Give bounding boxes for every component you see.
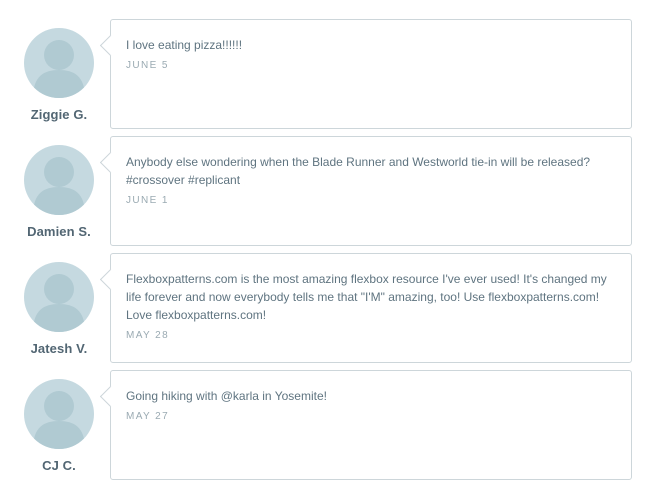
comment-date: MAY 28 bbox=[126, 330, 170, 341]
comment-message: Going hiking with @karla in Yosemite! bbox=[126, 389, 327, 403]
person-silhouette-icon bbox=[33, 274, 85, 332]
bubble-pointer bbox=[99, 385, 122, 408]
comment-author: Jatesh V. bbox=[20, 262, 98, 356]
comment-item: Jatesh V. Flexboxpatterns.com is the mos… bbox=[0, 253, 654, 365]
comment-text: Going hiking with @karla in Yosemite! MA… bbox=[126, 387, 621, 426]
author-name[interactable]: Ziggie G. bbox=[20, 107, 98, 122]
comment-item: Damien S. Anybody else wondering when th… bbox=[0, 136, 654, 248]
avatar[interactable] bbox=[24, 379, 94, 449]
comment-author: Damien S. bbox=[20, 145, 98, 239]
comment-text: Flexboxpatterns.com is the most amazing … bbox=[126, 270, 621, 345]
comment-bubble: Anybody else wondering when the Blade Ru… bbox=[99, 136, 632, 246]
bubble-pointer bbox=[99, 151, 122, 174]
person-silhouette-icon bbox=[33, 391, 85, 449]
bubble-pointer bbox=[99, 268, 122, 291]
comment-date: JUNE 1 bbox=[126, 195, 169, 206]
avatar[interactable] bbox=[24, 28, 94, 98]
comment-text: I love eating pizza!!!!!! JUNE 5 bbox=[126, 36, 621, 75]
avatar[interactable] bbox=[24, 262, 94, 332]
author-name[interactable]: Jatesh V. bbox=[20, 341, 98, 356]
comment-bubble: Going hiking with @karla in Yosemite! MA… bbox=[99, 370, 632, 480]
comment-author: CJ C. bbox=[20, 379, 98, 473]
author-name[interactable]: CJ C. bbox=[20, 458, 98, 473]
bubble-pointer bbox=[99, 34, 122, 57]
comment-item: CJ C. Going hiking with @karla in Yosemi… bbox=[0, 370, 654, 482]
person-silhouette-icon bbox=[33, 40, 85, 98]
comment-item: Ziggie G. I love eating pizza!!!!!! JUNE… bbox=[0, 19, 654, 131]
comment-date: JUNE 5 bbox=[126, 60, 169, 71]
comment-feed: Ziggie G. I love eating pizza!!!!!! JUNE… bbox=[0, 0, 654, 495]
comment-bubble: I love eating pizza!!!!!! JUNE 5 bbox=[99, 19, 632, 129]
author-name[interactable]: Damien S. bbox=[20, 224, 98, 239]
comment-message: I love eating pizza!!!!!! bbox=[126, 38, 243, 52]
comment-date: MAY 27 bbox=[126, 411, 170, 422]
comment-text: Anybody else wondering when the Blade Ru… bbox=[126, 153, 621, 210]
comment-message: Flexboxpatterns.com is the most amazing … bbox=[126, 272, 607, 322]
comment-bubble: Flexboxpatterns.com is the most amazing … bbox=[99, 253, 632, 363]
avatar[interactable] bbox=[24, 145, 94, 215]
person-silhouette-icon bbox=[33, 157, 85, 215]
comment-message: Anybody else wondering when the Blade Ru… bbox=[126, 155, 591, 187]
comment-author: Ziggie G. bbox=[20, 28, 98, 122]
